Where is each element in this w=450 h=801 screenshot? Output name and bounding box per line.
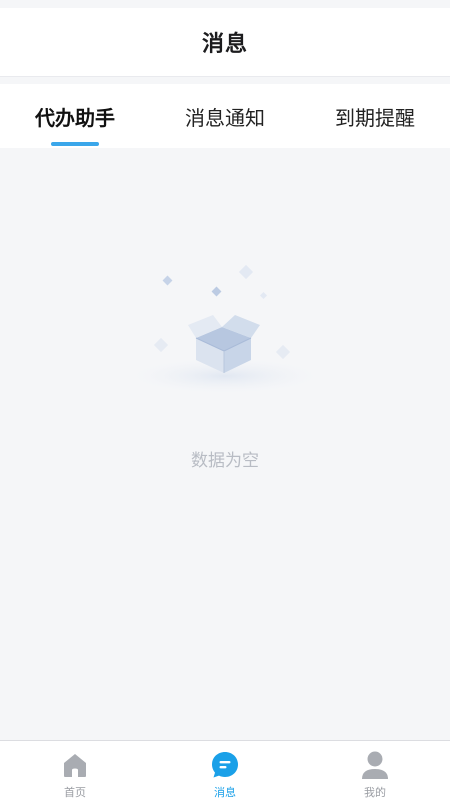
tab-label: 消息通知	[185, 105, 265, 130]
page-title: 消息	[201, 32, 248, 57]
message-list-area: 数据为空	[0, 148, 450, 740]
bottom-nav-home[interactable]: 首页	[0, 741, 150, 801]
bottom-nav-label: 首页	[64, 786, 86, 799]
bottom-nav-profile[interactable]: 我的	[300, 741, 450, 801]
home-icon	[59, 749, 91, 781]
tab-label: 到期提醒	[335, 105, 415, 130]
tab-expiry-reminders[interactable]: 到期提醒	[300, 84, 450, 148]
message-tabs: 代办助手 消息通知 到期提醒	[0, 84, 450, 148]
empty-box-icon	[133, 264, 317, 393]
profile-icon	[359, 749, 391, 781]
bottom-tab-bar: 首页 消息 我的	[0, 740, 450, 801]
empty-state-text: 数据为空	[191, 451, 259, 471]
active-tab-indicator	[51, 142, 99, 146]
bottom-nav-label: 消息	[214, 786, 236, 799]
tab-todo-assistant[interactable]: 代办助手	[0, 84, 150, 148]
tab-message-notifications[interactable]: 消息通知	[150, 84, 300, 148]
bottom-nav-messages[interactable]: 消息	[150, 741, 300, 801]
status-bar-area	[0, 0, 450, 8]
bottom-nav-label: 我的	[364, 786, 386, 799]
top-navbar: 消息	[0, 8, 450, 77]
message-icon	[209, 749, 241, 781]
tab-label: 代办助手	[35, 105, 115, 130]
